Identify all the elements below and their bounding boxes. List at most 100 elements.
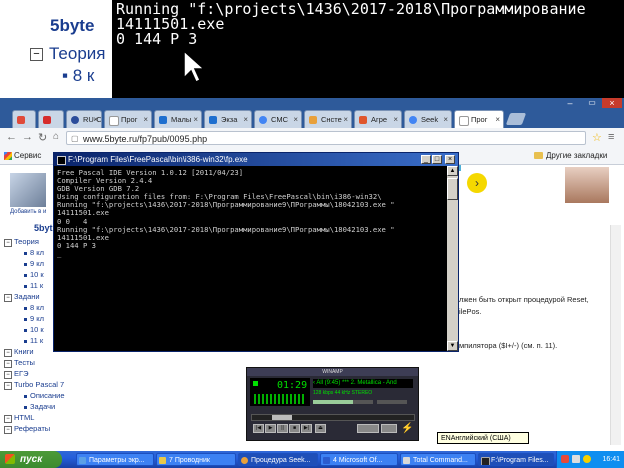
minimize-window-button[interactable]: – — [560, 98, 580, 108]
new-tab-button[interactable] — [505, 113, 527, 125]
taskbar-item-total-commander[interactable]: Total Command... — [400, 453, 476, 466]
sidebar-subitem[interactable]: Задачи — [30, 402, 55, 411]
close-icon[interactable]: × — [393, 111, 398, 128]
sidebar-subitem[interactable]: 9 кл — [30, 259, 44, 268]
console-titlebar[interactable]: F:\Program Files\FreePascal\bin\i386-win… — [54, 153, 458, 166]
home-icon[interactable]: ⌂ — [53, 131, 59, 142]
reload-icon[interactable]: ↻ — [38, 131, 47, 144]
close-icon[interactable]: × — [243, 111, 248, 128]
bookmark-services[interactable]: Сервис — [14, 148, 41, 164]
tab-4[interactable]: Прог × — [104, 110, 152, 128]
tab-9[interactable]: Агре × — [354, 110, 402, 128]
seek-bar[interactable] — [251, 414, 415, 421]
sidebar-item[interactable]: HTML — [14, 413, 34, 422]
winamp-lightning-icon[interactable]: ⚡ — [401, 423, 413, 434]
tab-5[interactable]: Малы × — [154, 110, 202, 128]
console-close-button[interactable]: × — [445, 155, 455, 164]
play-button[interactable]: ▶ — [265, 424, 276, 433]
tab-2[interactable] — [38, 110, 64, 128]
tab-7[interactable]: CMC × — [254, 110, 302, 128]
tree-toggle-icon[interactable]: − — [4, 382, 12, 390]
sidebar-item[interactable]: Тесты — [14, 358, 35, 367]
sidebar-subitem[interactable]: 11 к — [30, 336, 43, 345]
tree-toggle-icon[interactable]: − — [4, 426, 12, 434]
taskbar-item-office[interactable]: 4 Microsoft Of... — [320, 453, 398, 466]
console-scrollbar[interactable]: ▲ ▼ — [447, 166, 458, 351]
tab-10[interactable]: Seek × — [404, 110, 452, 128]
close-icon[interactable]: × — [193, 111, 198, 128]
eject-button[interactable]: ⏏ — [315, 424, 326, 433]
apps-icon[interactable] — [4, 152, 12, 160]
tray-network-icon[interactable] — [572, 455, 580, 463]
sidebar-item[interactable]: Рефераты — [14, 424, 50, 433]
other-bookmarks[interactable]: Другие закладки — [546, 148, 607, 164]
scroll-down-arrow-icon[interactable]: ▼ — [447, 341, 458, 351]
pause-button[interactable]: || — [277, 424, 288, 433]
volume-slider[interactable] — [313, 400, 373, 404]
forward-arrow-icon[interactable]: → — [22, 131, 33, 143]
sidebar-subitem[interactable]: 8 кл — [30, 303, 44, 312]
close-icon[interactable]: × — [495, 111, 500, 128]
close-icon[interactable]: × — [93, 111, 98, 128]
scroll-thumb[interactable] — [447, 178, 458, 200]
page-info-icon[interactable]: ▢ — [71, 132, 79, 146]
previous-button[interactable]: |◀ — [253, 424, 264, 433]
url-input[interactable]: ▢ www.5byte.ru/fp7pub/0095.php — [66, 131, 586, 145]
back-arrow-icon[interactable]: ← — [6, 131, 17, 143]
tab-6[interactable]: Экза × — [204, 110, 252, 128]
tray-app-icon[interactable] — [561, 455, 569, 463]
content-text-line-1: лжен быть открыт процедурой Reset, — [459, 295, 589, 304]
taskbar-item-console[interactable]: F:\Program Files... — [478, 453, 554, 466]
tree-toggle-icon[interactable]: − — [4, 360, 12, 368]
winamp-titlebar[interactable]: WINAMP — [247, 368, 418, 376]
sidebar-item[interactable]: Книги — [14, 347, 34, 356]
next-button[interactable]: ▶| — [301, 424, 312, 433]
sidebar-item[interactable]: Теория — [14, 237, 39, 246]
bookmark-star-icon[interactable]: ☆ — [592, 131, 602, 144]
close-icon[interactable]: × — [293, 111, 298, 128]
sidebar-subitem[interactable]: 11 к — [30, 281, 43, 290]
console-window[interactable]: F:\Program Files\FreePascal\bin\i386-win… — [53, 152, 459, 352]
repeat-button[interactable] — [381, 424, 397, 433]
close-icon[interactable]: × — [343, 111, 348, 128]
sidebar-subitem[interactable]: 10 к — [30, 325, 44, 334]
tray-speaker-icon[interactable] — [583, 455, 591, 463]
menu-icon[interactable]: ≡ — [608, 131, 614, 143]
scroll-up-arrow-icon[interactable]: ▲ — [447, 166, 458, 176]
console-output[interactable]: Free Pascal IDE Version 1.0.12 [2011/04/… — [54, 166, 447, 351]
sidebar-subitem[interactable]: 9 кл — [30, 314, 44, 323]
close-icon[interactable]: × — [143, 111, 148, 128]
taskbar-item-chrome[interactable]: Процедура Seek... — [238, 453, 318, 466]
tab-11-active[interactable]: Прог × — [454, 110, 504, 128]
shuffle-button[interactable] — [357, 424, 379, 433]
ad-arrow-button[interactable]: › — [467, 173, 487, 193]
winamp-player[interactable]: WINAMP 01:29 ‹ All (9:45) *** 2. Metalli… — [246, 367, 419, 441]
stop-button[interactable]: ■ — [289, 424, 300, 433]
sidebar-item[interactable]: Задани — [14, 292, 40, 301]
page-scrollbar[interactable] — [610, 225, 621, 445]
console-minimize-button[interactable]: _ — [421, 155, 431, 164]
maximize-window-button[interactable]: ▭ — [582, 98, 602, 108]
close-window-button[interactable]: × — [602, 98, 622, 108]
sidebar-item[interactable]: ЕГЭ — [14, 369, 28, 378]
console-app-icon[interactable] — [57, 156, 66, 165]
taskbar-item-display-settings[interactable]: Параметры экр... — [76, 453, 154, 466]
tree-toggle-icon[interactable]: − — [4, 239, 12, 247]
close-icon[interactable]: × — [443, 111, 448, 128]
tab-1[interactable] — [12, 110, 36, 128]
sidebar-subitem[interactable]: 10 к — [30, 270, 44, 279]
sidebar-subitem[interactable]: Описание — [30, 391, 65, 400]
start-button[interactable]: пуск — [0, 451, 62, 468]
tree-toggle-icon[interactable]: − — [4, 415, 12, 423]
console-maximize-button[interactable]: □ — [432, 155, 442, 164]
taskbar-item-explorer[interactable]: 7 Проводник — [156, 453, 236, 466]
sidebar-item[interactable]: Turbo Pascal 7 — [14, 380, 64, 389]
tree-toggle-icon[interactable]: − — [4, 294, 12, 302]
balance-slider[interactable] — [377, 400, 407, 404]
tree-toggle-icon[interactable]: − — [4, 371, 12, 379]
tab-8[interactable]: Снсте × — [304, 110, 352, 128]
sidebar-subitem[interactable]: 8 кл — [30, 248, 44, 257]
tree-toggle-icon[interactable]: − — [4, 349, 12, 357]
tab-3[interactable]: RU-C × — [66, 110, 102, 128]
add-to-favorites-link[interactable]: Добавить в и — [10, 209, 46, 215]
